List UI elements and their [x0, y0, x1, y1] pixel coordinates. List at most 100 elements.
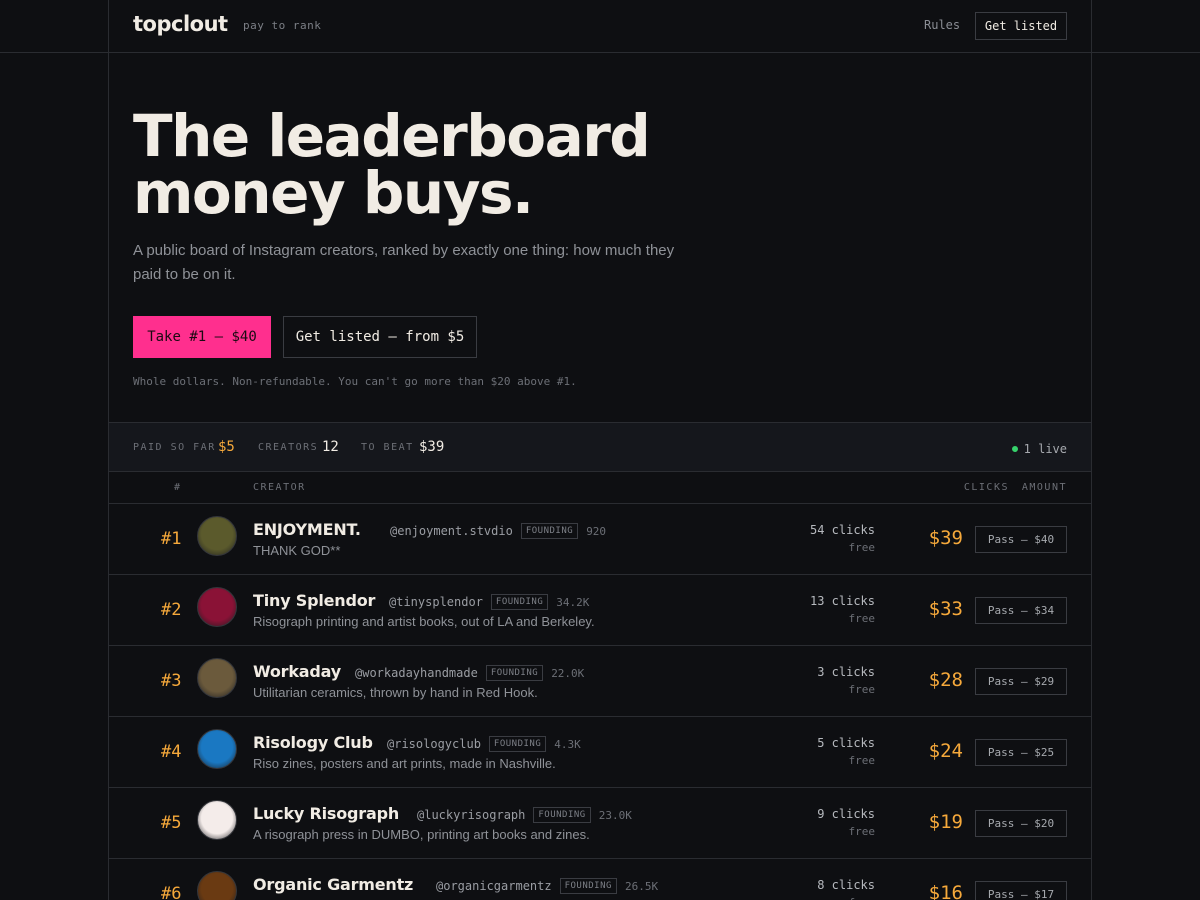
- click-count: 8 clicks: [817, 878, 875, 892]
- creator-meta: @enjoyment.stvdio FOUNDING 920: [390, 523, 606, 539]
- founding-badge: FOUNDING: [488, 736, 547, 752]
- creator-name[interactable]: Lucky Risograph: [253, 804, 399, 823]
- pass-button[interactable]: Pass — $17: [975, 881, 1067, 900]
- click-count: 5 clicks: [817, 736, 875, 750]
- row-rank: #6: [161, 884, 182, 900]
- click-count: 13 clicks: [809, 594, 875, 608]
- fineprint: Whole dollars. Non-refundable. You can't…: [133, 375, 577, 388]
- paid-amount: $28: [928, 669, 963, 691]
- row-rank: #5: [161, 813, 182, 833]
- col-creator-header: CREATOR: [253, 482, 306, 493]
- follower-count: 920: [586, 524, 607, 538]
- click-cost: free: [848, 612, 876, 625]
- creator-handle[interactable]: @risologyclub: [387, 737, 481, 751]
- founding-badge: FOUNDING: [559, 878, 617, 894]
- creator-avatar[interactable]: [197, 871, 237, 900]
- creator-handle[interactable]: @luckyrisograph: [417, 808, 525, 822]
- table-row[interactable]: #3 Workaday @workadayhandmade FOUNDING 22.0K…: [109, 646, 1091, 717]
- click-cost: free: [848, 541, 876, 554]
- nav-get-listed-button[interactable]: Get listed: [975, 12, 1067, 40]
- creator-name[interactable]: ENJOYMENT.: [253, 520, 361, 539]
- live-count: 1 live: [1023, 442, 1067, 456]
- hero-title: The leaderboard money buys.: [133, 102, 833, 227]
- creator-bio: Utilitarian ceramics, thrown by hand in …: [253, 685, 538, 700]
- get-listed-button[interactable]: Get listed — from $5: [283, 316, 477, 358]
- col-rank-header: #: [174, 482, 182, 493]
- paid-amount: $19: [928, 811, 963, 833]
- col-amount-header: AMOUNT: [1021, 482, 1067, 493]
- creator-name[interactable]: Risology Club: [253, 733, 373, 752]
- founding-badge: FOUNDING: [485, 665, 544, 681]
- follower-count: 26.5K: [624, 879, 659, 893]
- table-header: # CREATOR CLICKS AMOUNT: [109, 472, 1091, 504]
- click-count: 54 clicks: [809, 523, 875, 537]
- table-row[interactable]: #5 Lucky Risograph @luckyrisograph FOUNDING…: [109, 788, 1091, 859]
- creator-avatar[interactable]: [197, 800, 237, 840]
- creators-label: CREATORS: [258, 442, 319, 453]
- pass-button[interactable]: Pass — $20: [975, 810, 1067, 837]
- paid-amount: $16: [928, 882, 963, 900]
- pass-button[interactable]: Pass — $29: [975, 668, 1067, 695]
- nav-rules-link[interactable]: Rules: [924, 18, 960, 32]
- paid-amount: $33: [928, 598, 963, 620]
- creator-name[interactable]: Tiny Splendor: [253, 591, 375, 610]
- creator-handle[interactable]: @enjoyment.stvdio: [390, 524, 513, 538]
- creator-handle[interactable]: @organicgarmentz: [436, 879, 552, 893]
- creator-handle[interactable]: @workadayhandmade: [355, 666, 478, 680]
- follower-count: 23.0K: [598, 808, 632, 822]
- hero-subtitle: A public board of Instagram creators, ra…: [133, 242, 675, 283]
- founding-badge: FOUNDING: [520, 523, 579, 539]
- table-row[interactable]: #6 Organic Garmentz @organicgarmentz FOUNDI…: [109, 859, 1091, 900]
- follower-count: 34.2K: [556, 595, 590, 609]
- founding-badge: FOUNDING: [533, 807, 591, 823]
- paid-amount: $24: [928, 740, 963, 762]
- row-rank: #2: [161, 600, 182, 620]
- col-clicks-header: CLICKS: [963, 482, 1009, 493]
- founding-badge: FOUNDING: [490, 594, 549, 610]
- creator-name[interactable]: Organic Garmentz: [253, 875, 413, 894]
- hero-title-line-2: money buys.: [133, 159, 534, 227]
- row-rank: #4: [161, 742, 182, 762]
- click-cost: free: [849, 896, 876, 900]
- creator-bio: Riso zines, posters and art prints, made…: [253, 756, 556, 771]
- stats-bar: PAID SO FAR $5 CREATORS 12 TO BEAT $39 1…: [109, 422, 1091, 472]
- to-beat-value: $39: [419, 439, 445, 455]
- creator-meta: @tinysplendor FOUNDING 34.2K: [389, 594, 589, 610]
- live-indicator: 1 live: [1011, 442, 1067, 456]
- paid-amount: $39: [928, 527, 963, 549]
- brand-logo[interactable]: topclout: [133, 12, 228, 36]
- creator-avatar[interactable]: [197, 729, 237, 769]
- creator-meta: @risologyclub FOUNDING 4.3K: [387, 736, 581, 752]
- creator-bio: THANK GOD**: [253, 543, 341, 558]
- creator-bio: Risograph printing and artist books, out…: [253, 614, 595, 629]
- click-count: 9 clicks: [817, 807, 875, 821]
- creator-avatar[interactable]: [197, 658, 237, 698]
- click-cost: free: [848, 754, 876, 767]
- pass-button[interactable]: Pass — $40: [975, 526, 1067, 553]
- click-count: 3 clicks: [817, 665, 875, 679]
- click-cost: free: [848, 825, 876, 838]
- creator-handle[interactable]: @tinysplendor: [389, 595, 483, 609]
- paid-so-far-label: PAID SO FAR: [133, 442, 216, 453]
- row-rank: #1: [161, 529, 182, 549]
- take-first-button[interactable]: Take #1 — $40: [133, 316, 271, 358]
- brand-tagline: pay to rank: [243, 19, 322, 32]
- paid-so-far-value: $5: [218, 439, 235, 455]
- pass-button[interactable]: Pass — $25: [975, 739, 1067, 766]
- hero-title-line-1: The leaderboard: [133, 102, 651, 170]
- follower-count: 4.3K: [554, 737, 581, 751]
- table-row[interactable]: #2 Tiny Splendor @tinysplendor FOUNDING 34.2…: [109, 575, 1091, 646]
- table-row[interactable]: #4 Risology Club @risologyclub FOUNDING 4.3K…: [109, 717, 1091, 788]
- creator-meta: @luckyrisograph FOUNDING 23.0K: [417, 807, 632, 823]
- click-cost: free: [848, 683, 876, 696]
- creator-meta: @workadayhandmade FOUNDING 22.0K: [355, 665, 584, 681]
- pass-button[interactable]: Pass — $34: [975, 597, 1067, 624]
- creator-meta: @organicgarmentz FOUNDING 26.5K: [436, 878, 658, 894]
- row-rank: #3: [161, 671, 182, 691]
- creator-name[interactable]: Workaday: [253, 662, 341, 681]
- creator-avatar[interactable]: [197, 516, 237, 556]
- creator-avatar[interactable]: [197, 587, 237, 627]
- table-row[interactable]: #1 ENJOYMENT. @enjoyment.stvdio FOUNDING 920…: [109, 504, 1091, 575]
- to-beat-label: TO BEAT: [361, 442, 414, 453]
- live-dot-icon: [1011, 446, 1018, 452]
